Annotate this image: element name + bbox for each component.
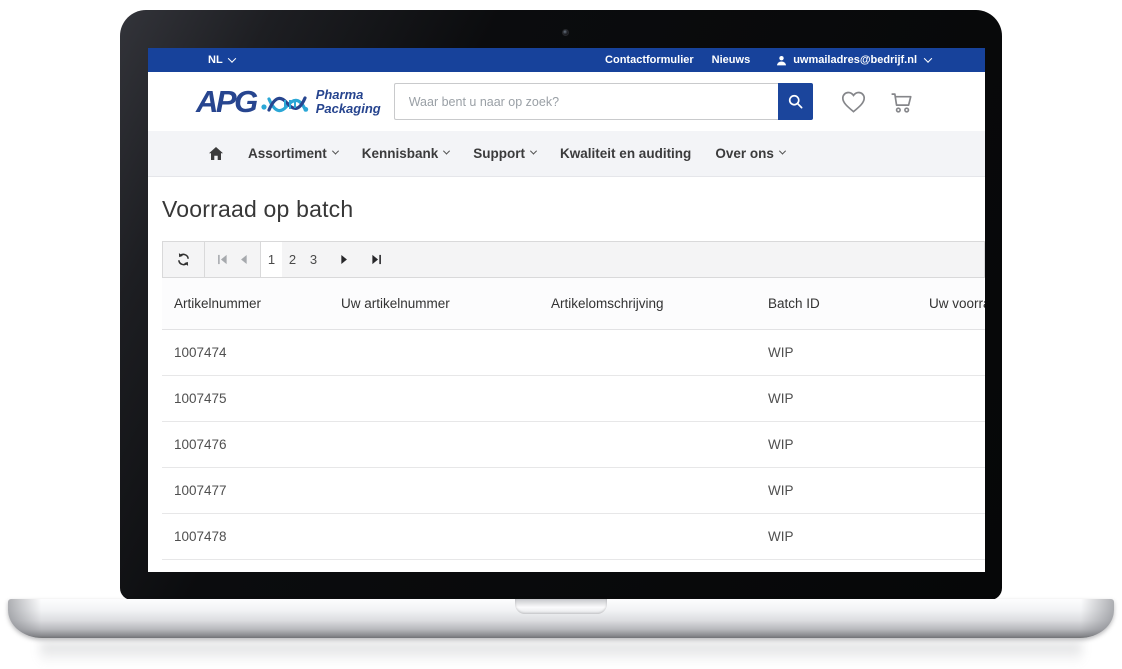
logo-tagline: Pharma Packaging [316, 88, 381, 115]
page-number-1[interactable]: 1 [261, 242, 282, 277]
cell-artikelnummer: 1007476 [162, 437, 329, 452]
pagination-toolbar: 1 2 3 [162, 241, 985, 278]
next-page-button[interactable] [332, 242, 356, 277]
cell-batch-id: WIP [756, 391, 917, 406]
contact-link[interactable]: Contactformulier [605, 54, 694, 66]
language-selector[interactable]: NL [208, 54, 235, 66]
chevron-down-icon [227, 54, 235, 62]
webcam-dot [562, 29, 569, 36]
last-page-button[interactable] [364, 242, 388, 277]
dna-helix-icon [261, 91, 309, 117]
table-row-partial [162, 560, 985, 572]
cell-artikelnummer: 1007474 [162, 345, 329, 360]
logo-tagline-line2: Packaging [316, 101, 381, 116]
search-icon [787, 93, 804, 110]
heart-icon [840, 89, 867, 114]
account-email: uwmailadres@bedrijf.nl [793, 54, 917, 66]
page-number-3[interactable]: 3 [303, 242, 324, 277]
last-page-icon [371, 254, 382, 265]
nav-kennisbank[interactable]: Kennisbank [362, 146, 450, 161]
laptop-base-notch [515, 599, 607, 614]
next-page-icon [340, 254, 349, 265]
cell-batch-id: WIP [756, 437, 917, 452]
laptop-mockup: NL Contactformulier Nieuws uwmailadres@b… [0, 0, 1122, 669]
table-header-row: Artikelnummer Uw artikelnummer Artikelom… [162, 278, 985, 330]
home-icon [208, 146, 224, 161]
laptop-base [8, 599, 1114, 638]
cart-button[interactable] [888, 89, 915, 115]
cart-icon [888, 89, 915, 115]
nav-label: Over ons [715, 146, 774, 161]
cell-batch-id: WIP [756, 345, 917, 360]
column-header-batch-id[interactable]: Batch ID [756, 296, 917, 311]
page-content: Voorraad op batch [148, 177, 985, 572]
table-row[interactable]: 1007476 WIP [162, 422, 985, 468]
search-input[interactable] [394, 83, 778, 120]
wishlist-button[interactable] [840, 89, 867, 114]
table-row[interactable]: 1007478 WIP [162, 514, 985, 560]
nav-label: Kwaliteit en auditing [560, 146, 691, 161]
column-header-artikelomschrijving[interactable]: Artikelomschrijving [539, 296, 756, 311]
laptop-screen-bezel: NL Contactformulier Nieuws uwmailadres@b… [120, 10, 1002, 600]
news-link[interactable]: Nieuws [712, 54, 751, 66]
user-icon [776, 55, 787, 66]
page-title: Voorraad op batch [162, 194, 985, 224]
logo[interactable]: APG Pharma Packaging [196, 86, 381, 117]
laptop-reflection [40, 642, 1082, 668]
language-label: NL [208, 54, 223, 66]
column-header-uw-artikelnummer[interactable]: Uw artikelnummer [329, 296, 539, 311]
search-box [394, 83, 813, 120]
cell-artikelnummer: 1007478 [162, 529, 329, 544]
account-menu[interactable]: uwmailadres@bedrijf.nl [776, 54, 931, 66]
pagination-pages: 1 2 3 [261, 242, 388, 277]
nav-label: Assortiment [248, 146, 327, 161]
table-row[interactable]: 1007475 WIP [162, 376, 985, 422]
main-nav: Assortiment Kennisbank Support Kwaliteit… [148, 131, 985, 177]
nav-label: Kennisbank [362, 146, 439, 161]
column-header-uw-voorraad[interactable]: Uw voorraad [917, 296, 985, 311]
column-header-artikelnummer[interactable]: Artikelnummer [162, 296, 329, 311]
chevron-down-icon [530, 148, 537, 155]
page-number-2[interactable]: 2 [282, 242, 303, 277]
pagination-nav [205, 242, 261, 277]
table-row[interactable]: 1007477 WIP [162, 468, 985, 514]
nav-label: Support [473, 146, 525, 161]
nav-kwaliteit-en-auditing[interactable]: Kwaliteit en auditing [560, 146, 691, 161]
chevron-down-icon [332, 148, 339, 155]
cell-artikelnummer: 1007475 [162, 391, 329, 406]
refresh-button[interactable] [163, 242, 205, 277]
cell-batch-id: WIP [756, 483, 917, 498]
table-row[interactable]: 1007474 WIP [162, 330, 985, 376]
first-page-icon [217, 254, 228, 265]
cell-batch-id: WIP [756, 529, 917, 544]
chevron-down-icon [779, 148, 786, 155]
prev-page-icon [239, 254, 248, 265]
refresh-icon [176, 252, 191, 267]
topbar-right: Contactformulier Nieuws uwmailadres@bedr… [605, 54, 931, 66]
browser-viewport: NL Contactformulier Nieuws uwmailadres@b… [148, 48, 985, 572]
stock-table: Artikelnummer Uw artikelnummer Artikelom… [162, 278, 985, 572]
nav-home[interactable] [208, 146, 224, 161]
site-header: APG Pharma Packaging [148, 72, 985, 131]
search-button[interactable] [778, 83, 813, 120]
nav-over-ons[interactable]: Over ons [715, 146, 785, 161]
chevron-down-icon [924, 54, 932, 62]
first-page-button[interactable] [217, 254, 228, 265]
logo-acronym: APG [196, 86, 256, 117]
chevron-down-icon [443, 148, 450, 155]
nav-support[interactable]: Support [473, 146, 536, 161]
topbar: NL Contactformulier Nieuws uwmailadres@b… [148, 48, 985, 72]
nav-assortiment[interactable]: Assortiment [248, 146, 338, 161]
cell-artikelnummer: 1007477 [162, 483, 329, 498]
prev-page-button[interactable] [239, 254, 248, 265]
